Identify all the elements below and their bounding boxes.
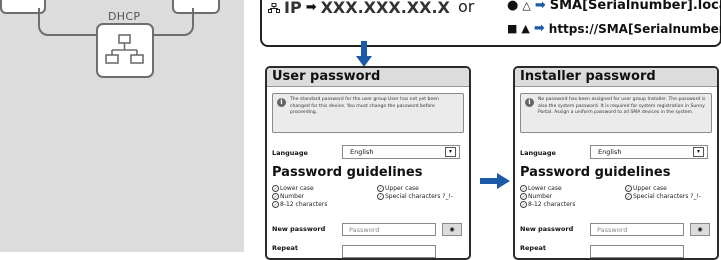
check-icon: ✓ bbox=[272, 185, 279, 192]
connector-left bbox=[38, 8, 98, 36]
arrow-right-icon bbox=[480, 173, 510, 189]
or-word: or bbox=[458, 0, 475, 16]
language-value: English bbox=[350, 148, 374, 156]
language-label: Language bbox=[272, 149, 308, 157]
check-icon: ✓ bbox=[272, 201, 279, 208]
windows-url-line: ■ ▲ ➡ https://SMA[Serialnumber] bbox=[507, 21, 721, 36]
windows-url[interactable]: https://SMA[Serialnumber] bbox=[549, 22, 721, 36]
check-icon: ✓ bbox=[377, 185, 384, 192]
rule-lower-case: ✓ Lower case bbox=[272, 185, 314, 192]
mac-url-line: ● △ ➡ SMA[Serialnumber].local bbox=[507, 0, 721, 13]
arrow-right-icon: ➡ bbox=[305, 0, 317, 15]
language-label: Language bbox=[520, 149, 556, 157]
apple-icon: ● bbox=[507, 0, 519, 13]
arrow-down-icon bbox=[356, 41, 372, 67]
info-text: The standard password for the user group… bbox=[290, 97, 439, 116]
chevron-down-icon: ▾ bbox=[445, 147, 456, 157]
language-value: English bbox=[598, 148, 622, 156]
ip-access-line: IP ➡ XXX.XXX.XX.X bbox=[268, 0, 450, 17]
check-icon: ✓ bbox=[520, 193, 527, 200]
info-icon: i bbox=[525, 98, 534, 107]
network-icon bbox=[105, 34, 144, 64]
repeat-label: Repeat bbox=[520, 244, 546, 252]
language-select[interactable]: English ▾ bbox=[342, 145, 460, 159]
rule-upper-case: ✓ Upper case bbox=[625, 185, 667, 192]
arrow-right-icon: ➡ bbox=[534, 0, 546, 13]
language-row: Language English ▾ bbox=[520, 144, 712, 159]
new-password-label: New password bbox=[272, 225, 326, 233]
chevron-down-icon: ▾ bbox=[693, 147, 704, 157]
rule-upper-case: ✓ Upper case bbox=[377, 185, 419, 192]
network-icon bbox=[268, 2, 280, 13]
ip-value: XXX.XXX.XX.X bbox=[320, 0, 450, 17]
rule-number: ✓ Number bbox=[272, 193, 305, 200]
access-url-box: IP ➡ XXX.XXX.XX.X or ● △ ➡ SMA[Serialnum… bbox=[260, 0, 721, 47]
info-text: No password has been assigned for user g… bbox=[538, 97, 706, 116]
network-diagram-area: DHCP bbox=[0, 0, 244, 252]
check-icon: ✓ bbox=[625, 193, 632, 200]
installer-password-panel: Installer password i No password has bee… bbox=[513, 66, 719, 260]
language-row: Language English ▾ bbox=[272, 144, 464, 159]
info-message-box: i No password has been assigned for user… bbox=[520, 93, 712, 133]
check-icon: ✓ bbox=[625, 185, 632, 192]
password-placeholder: Password bbox=[597, 226, 628, 234]
dhcp-label: DHCP bbox=[108, 10, 141, 23]
info-icon: i bbox=[277, 98, 286, 107]
info-message-box: i The standard password for the user gro… bbox=[272, 93, 464, 133]
windows-icon: ■ bbox=[507, 22, 518, 35]
new-password-input[interactable]: Password bbox=[590, 223, 684, 236]
arrow-right-icon: ➡ bbox=[533, 21, 545, 36]
eye-icon[interactable]: ◉ bbox=[690, 223, 710, 236]
rule-special-chars: ✓ Special characters ?_!- bbox=[377, 193, 454, 200]
user-password-panel: User password i The standard password fo… bbox=[265, 66, 471, 260]
rule-number: ✓ Number bbox=[520, 193, 553, 200]
android-icon: ▲ bbox=[521, 22, 530, 35]
check-icon: ✓ bbox=[520, 185, 527, 192]
network-switch-box bbox=[96, 23, 154, 78]
ip-prefix: IP bbox=[284, 0, 302, 17]
check-icon: ✓ bbox=[377, 193, 384, 200]
mac-url[interactable]: SMA[Serialnumber].local bbox=[550, 0, 721, 13]
password-guidelines-title: Password guidelines bbox=[272, 165, 423, 180]
language-select[interactable]: English ▾ bbox=[590, 145, 708, 159]
new-password-label: New password bbox=[520, 225, 574, 233]
check-icon: ✓ bbox=[272, 193, 279, 200]
password-placeholder: Password bbox=[349, 226, 380, 234]
rule-length: ✓ 8-12 characters bbox=[272, 201, 328, 208]
check-icon: ✓ bbox=[520, 201, 527, 208]
rule-lower-case: ✓ Lower case bbox=[520, 185, 562, 192]
connector-right bbox=[150, 8, 194, 36]
password-guidelines-title: Password guidelines bbox=[520, 165, 671, 180]
rule-length: ✓ 8-12 characters bbox=[520, 201, 576, 208]
panel-title: User password bbox=[267, 68, 469, 87]
eye-icon[interactable]: ◉ bbox=[442, 223, 462, 236]
new-password-input[interactable]: Password bbox=[342, 223, 436, 236]
rule-special-chars: ✓ Special characters ?_!- bbox=[625, 193, 702, 200]
panel-title: Installer password bbox=[515, 68, 717, 87]
repeat-label: Repeat bbox=[272, 244, 298, 252]
linux-icon: △ bbox=[522, 0, 531, 12]
